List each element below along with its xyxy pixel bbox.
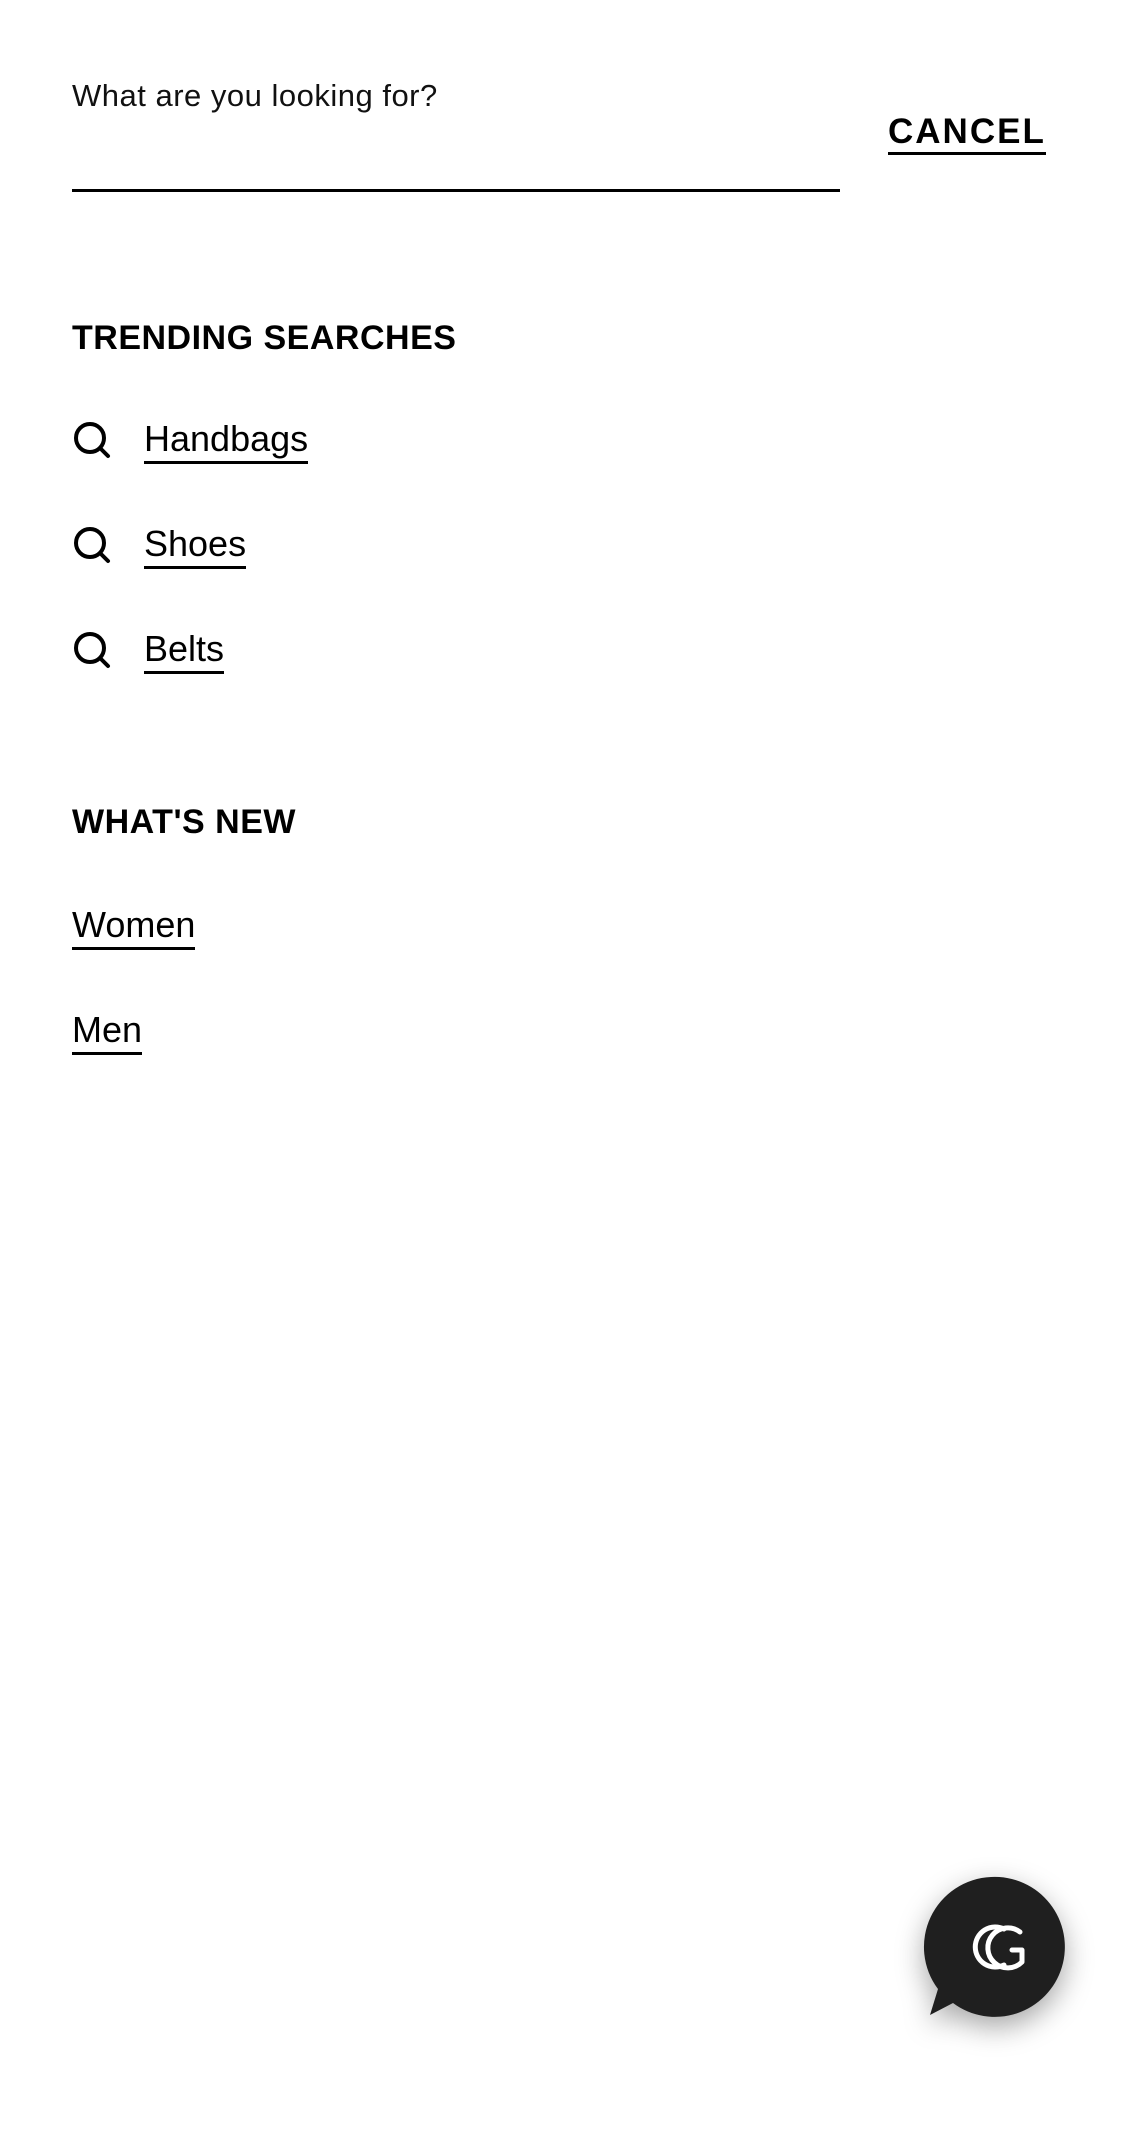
whats-new-section: WHAT'S NEW Women Men xyxy=(72,800,296,1104)
search-icon xyxy=(74,527,110,563)
whats-new-list: Women Men xyxy=(72,894,296,1063)
search-input[interactable] xyxy=(72,120,840,192)
trending-searches-section: TRENDING SEARCHES Handbags Shoes Belts xyxy=(72,316,456,723)
trending-item-handbags[interactable]: Handbags xyxy=(72,408,456,472)
whats-new-item-women: Women xyxy=(72,894,296,958)
search-label: What are you looking for? xyxy=(72,78,438,113)
trending-item-shoes[interactable]: Shoes xyxy=(72,513,456,577)
men-link[interactable]: Men xyxy=(72,1008,143,1055)
search-field: What are you looking for? xyxy=(72,72,840,196)
cancel-button[interactable]: CANCEL xyxy=(888,112,1046,155)
search-page: What are you looking for? CANCEL TRENDIN… xyxy=(0,0,1125,2148)
whats-new-item-men: Men xyxy=(72,999,296,1063)
whats-new-heading: WHAT'S NEW xyxy=(72,803,296,841)
search-icon xyxy=(74,422,110,458)
gg-logo-chat-icon xyxy=(923,1876,1065,2017)
trending-searches-heading: TRENDING SEARCHES xyxy=(72,319,457,357)
chat-button[interactable] xyxy=(916,1872,1066,2022)
trending-link[interactable]: Shoes xyxy=(144,522,247,569)
trending-list: Handbags Shoes Belts xyxy=(72,408,456,682)
trending-link[interactable]: Belts xyxy=(144,627,225,674)
search-header: What are you looking for? CANCEL xyxy=(72,72,1072,202)
trending-item-belts[interactable]: Belts xyxy=(72,618,456,682)
women-link[interactable]: Women xyxy=(72,903,196,950)
trending-link[interactable]: Handbags xyxy=(144,417,309,464)
search-icon xyxy=(74,632,110,668)
